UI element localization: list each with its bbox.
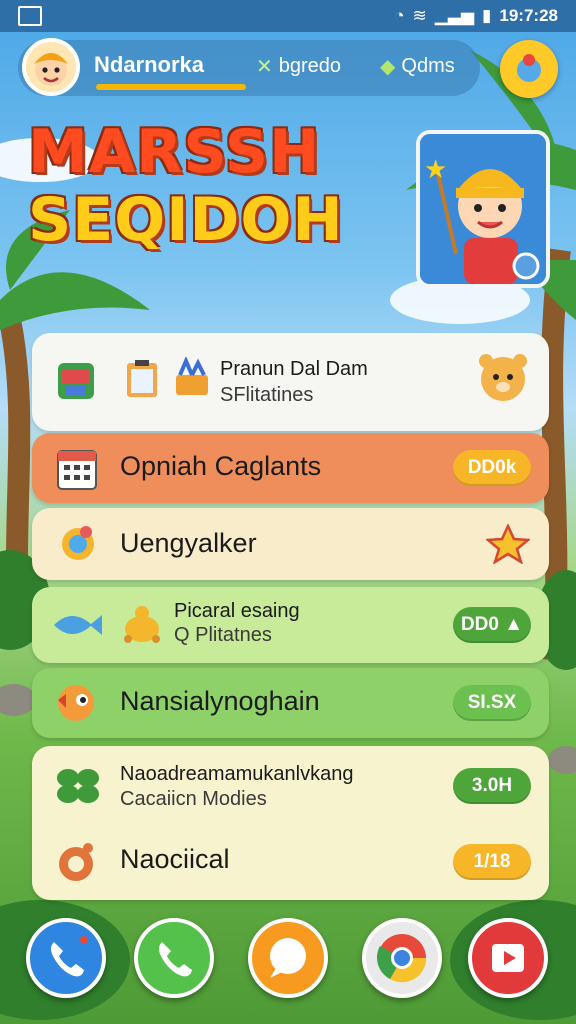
toolbox-icon <box>172 355 212 404</box>
topbar-item-gems[interactable]: ◆ Qdms <box>380 54 455 79</box>
alarm-icon: ◔ <box>394 6 405 25</box>
phone-icon[interactable] <box>26 918 106 998</box>
signal-icon: ▁▃▅ <box>434 6 475 25</box>
message-icon[interactable] <box>248 918 328 998</box>
arrow-up-icon: ▲ <box>504 614 524 635</box>
status-bar: ◔ ≋ ▁▃▅ ▮ 19:7:28 <box>0 0 576 32</box>
avatar[interactable] <box>22 38 80 96</box>
bear-icon <box>476 349 530 410</box>
video-icon[interactable] <box>468 918 548 998</box>
potion-icon <box>56 522 100 571</box>
ring-icon <box>54 840 100 891</box>
game-title: MARSSH SEQIDOH <box>28 118 344 254</box>
fish-icon <box>50 605 104 650</box>
calendar-icon <box>56 447 98 496</box>
card-picaral[interactable]: Picaral esaing Q Plitatnes DD0 ▲ <box>32 587 549 663</box>
wifi-icon: ≋ <box>412 6 427 25</box>
card1-title: Pranun Dal Dam <box>220 358 368 380</box>
star-icon[interactable] <box>484 523 532 569</box>
call-icon[interactable] <box>134 918 214 998</box>
card1-subtitle: SFlitatines <box>220 384 314 406</box>
status-time: 19:7:28 <box>499 6 558 25</box>
card6-row1-badge[interactable]: 3.0H <box>453 768 531 804</box>
card-pranun[interactable]: Pranun Dal Dam SFlitatines <box>32 333 549 431</box>
app-dock <box>0 918 576 1006</box>
card4-subtitle: Q Plitatnes <box>174 624 272 646</box>
profile-button[interactable] <box>500 40 558 98</box>
battery-icon: ▮ <box>482 6 492 25</box>
bird-icon <box>54 680 100 731</box>
card5-title: Nansialynoghain <box>120 686 320 716</box>
card4-badge[interactable]: DD0 ▲ <box>453 607 531 643</box>
list-item[interactable]: Naociical 1/18 <box>32 826 549 896</box>
title-line2: SEQIDOH <box>28 185 344 255</box>
topbar-item-tools[interactable]: ✕ bgredo <box>256 54 341 79</box>
tools-icon: ✕ <box>256 56 273 78</box>
list-item[interactable]: Naoadreamamukanlvkang Cacaiicn Modies 3.… <box>32 746 549 822</box>
card-opniah[interactable]: Opniah Caglants DD0k <box>32 433 549 503</box>
card6-row1-title: Naoadreamamukanlvkang <box>120 763 354 785</box>
card-nansialy[interactable]: Nansialynoghain SI.SX <box>32 668 549 738</box>
gem-icon: ◆ <box>380 56 396 78</box>
card5-badge[interactable]: SI.SX <box>453 685 531 721</box>
top-bar: Ndarnorka ✕ bgredo ◆ Qdms <box>18 38 480 96</box>
card2-title: Opniah Caglants <box>120 451 322 481</box>
svg-text:★: ★ <box>424 154 447 184</box>
xp-bar <box>96 84 246 90</box>
card6-row1-subtitle: Cacaiicn Modies <box>120 788 267 810</box>
card4-title: Picaral esaing <box>174 600 300 622</box>
card2-badge[interactable]: DD0k <box>453 450 531 486</box>
card3-title: Uengyalker <box>120 528 257 558</box>
username: Ndarnorka <box>94 52 205 77</box>
card-uengyalker[interactable]: Uengyalker <box>32 508 549 580</box>
clipboard-icon <box>124 357 160 404</box>
card-group-bottom: Naoadreamamukanlvkang Cacaiicn Modies 3.… <box>32 746 549 900</box>
character-card[interactable]: ★ <box>416 130 550 288</box>
backpack-icon <box>52 355 104 412</box>
card6-row2-badge[interactable]: 1/18 <box>453 844 531 880</box>
turtle-icon <box>120 603 164 650</box>
screenshot-icon <box>18 6 42 26</box>
title-line1: MARSSH <box>28 117 321 187</box>
card6-row2-title: Naociical <box>120 844 230 874</box>
browser-icon[interactable] <box>362 918 442 998</box>
clover-icon <box>52 764 104 813</box>
